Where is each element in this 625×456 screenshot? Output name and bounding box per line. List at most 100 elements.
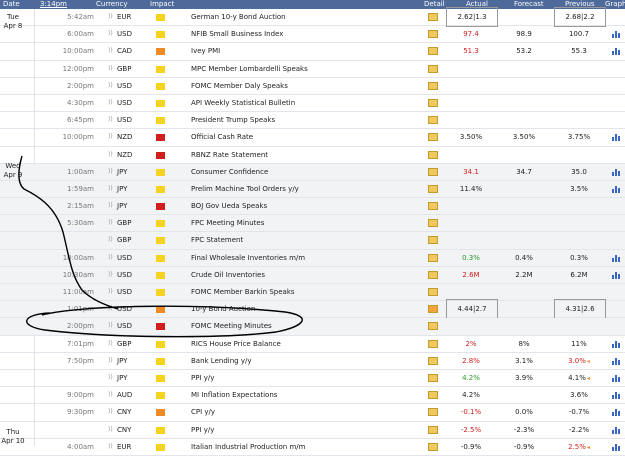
detail-folder-icon[interactable] xyxy=(428,391,438,400)
graph-icon[interactable] xyxy=(612,408,621,417)
detail-folder-icon[interactable] xyxy=(428,373,438,382)
graph-icon[interactable] xyxy=(612,271,621,279)
previous-value: 55.3 xyxy=(571,47,587,56)
detail-folder-icon[interactable] xyxy=(428,339,438,348)
event-title[interactable]: Prelim Machine Tool Orders y/y xyxy=(191,181,299,197)
table-row[interactable]: 2:00pm)) USD FOMC Member Daly Speaks xyxy=(0,78,625,95)
event-title[interactable]: Consumer Confidence xyxy=(191,164,268,180)
event-title[interactable]: RBNZ Rate Statement xyxy=(191,147,268,163)
event-title[interactable]: PPI y/y xyxy=(191,370,214,386)
detail-folder-icon[interactable] xyxy=(428,150,438,159)
table-row[interactable]: 9:30pm)) CNY CPI y/y -0.1% 0.0% -0.7% xyxy=(0,404,625,422)
table-row[interactable]: 10:00pm)) NZD Official Cash Rate 3.50% 3.50%… xyxy=(0,129,625,147)
ear-icon: )) xyxy=(108,64,113,72)
graph-icon[interactable] xyxy=(612,426,621,434)
detail-folder-icon[interactable] xyxy=(428,13,438,21)
graph-icon[interactable] xyxy=(612,168,621,176)
event-title[interactable]: FPC Statement xyxy=(191,232,243,248)
table-row[interactable]: 10:00am)) USD Final Wholesale Inventories … xyxy=(0,249,625,267)
event-title[interactable]: Final Wholesale Inventories m/m xyxy=(191,250,305,266)
graph-icon[interactable] xyxy=(612,374,621,382)
graph-icon[interactable] xyxy=(612,133,621,142)
event-title[interactable]: PPI y/y xyxy=(191,422,214,438)
table-row[interactable]: 1:59am)) JPY Prelim Machine Tool Orders y/… xyxy=(0,180,625,199)
event-title[interactable]: Italian Industrial Production m/m xyxy=(191,439,305,455)
table-row[interactable]: 9:00pm)) AUD MI Inflation Expectations 4.2%… xyxy=(0,387,625,405)
detail-folder-icon[interactable] xyxy=(428,219,438,228)
detail-folder-icon[interactable] xyxy=(428,270,438,279)
table-row[interactable]: 6:00am)) USD NFIB Small Business Index 97.4… xyxy=(0,26,625,44)
event-title[interactable]: CPI y/y xyxy=(191,404,215,420)
detail-folder-icon[interactable] xyxy=(428,253,438,262)
event-title[interactable]: German 10-y Bond Auction xyxy=(191,9,286,25)
table-row[interactable]: 1:01pm)) USD 10-y Bond Auction 4.44|2.7 4.31… xyxy=(0,299,625,320)
event-title[interactable]: API Weekly Statistical Bulletin xyxy=(191,95,295,111)
graph-icon[interactable] xyxy=(612,47,621,56)
table-row[interactable]: 4:30pm)) USD API Weekly Statistical Bullet… xyxy=(0,95,625,113)
table-row[interactable]: 2:00pm)) USD FOMC Meeting Minutes xyxy=(0,318,625,336)
table-row[interactable]: 7:01pm)) GBP RICS House Price Balance 2% 8% 1… xyxy=(0,336,625,353)
detail-folder-icon[interactable] xyxy=(428,356,438,365)
event-title[interactable]: MPC Member Lombardelli Speaks xyxy=(191,61,308,77)
graph-icon[interactable] xyxy=(612,443,621,451)
detail-folder-icon[interactable] xyxy=(428,425,438,434)
table-row[interactable]: 2:15am)) JPY BOJ Gov Ueda Speaks xyxy=(0,198,625,216)
detail-folder-icon[interactable] xyxy=(428,98,438,107)
event-title[interactable]: NFIB Small Business Index xyxy=(191,26,283,42)
detail-folder-icon[interactable] xyxy=(428,236,438,245)
event-title[interactable]: FPC Meeting Minutes xyxy=(191,215,264,231)
table-row[interactable]: 10:30am)) USD Crude Oil Inventories 2.6M 2.2… xyxy=(0,266,625,284)
graph-icon[interactable] xyxy=(612,254,621,262)
table-row[interactable]: 10:00am)) CAD Ivey PMI 51.3 53.2 55.3 xyxy=(0,43,625,61)
table-row[interactable]: )) GBP FPC Statement xyxy=(0,232,625,250)
table-row[interactable]: 7:50pm)) JPY Bank Lending y/y 2.8% 3.1% 3.0%◂ xyxy=(0,353,625,370)
table-row[interactable]: )) NZD RBNZ Rate Statement xyxy=(0,147,625,164)
graph-icon[interactable] xyxy=(612,185,621,193)
event-title[interactable]: 10-y Bond Auction xyxy=(191,301,255,317)
detail-folder-icon[interactable] xyxy=(428,64,438,73)
detail-folder-icon[interactable] xyxy=(428,288,438,296)
detail-folder-icon[interactable] xyxy=(428,184,438,193)
detail-folder-icon[interactable] xyxy=(428,408,438,417)
event-title[interactable]: Bank Lending y/y xyxy=(191,353,251,369)
event-title[interactable]: Ivey PMI xyxy=(191,43,220,59)
detail-folder-icon[interactable] xyxy=(428,442,438,451)
detail-alert-icon[interactable] xyxy=(428,305,438,314)
table-row[interactable]: 1:00am)) JPY Consumer Confidence 34.1 34.7 35… xyxy=(0,163,625,181)
event-title[interactable]: President Trump Speaks xyxy=(191,112,275,128)
graph-icon[interactable] xyxy=(612,391,621,400)
table-row[interactable]: )) JPY PPI y/y 4.2% 3.9% 4.1%◂ xyxy=(0,370,625,388)
forecast-value: 2.2M xyxy=(515,270,533,279)
table-row[interactable]: 5:30am)) GBP FPC Meeting Minutes xyxy=(0,215,625,233)
header-current-time[interactable]: 3:14pm xyxy=(40,0,67,9)
event-time: 5:30am xyxy=(67,219,94,228)
detail-folder-icon[interactable] xyxy=(428,47,438,56)
event-title[interactable]: RICS House Price Balance xyxy=(191,336,281,352)
graph-icon[interactable] xyxy=(612,340,621,348)
event-title[interactable]: MI Inflation Expectations xyxy=(191,387,277,403)
header-forecast: Forecast xyxy=(514,0,544,8)
event-title[interactable]: FOMC Member Barkin Speaks xyxy=(191,284,295,300)
event-title[interactable]: Official Cash Rate xyxy=(191,129,253,145)
table-row[interactable]: 11:00am)) USD FOMC Member Barkin Speaks xyxy=(0,284,625,302)
graph-icon[interactable] xyxy=(612,357,621,365)
detail-folder-icon[interactable] xyxy=(428,202,438,211)
detail-folder-icon[interactable] xyxy=(428,116,438,125)
detail-folder-icon[interactable] xyxy=(428,30,438,39)
table-row[interactable]: 4:00am)) EUR Italian Industrial Production… xyxy=(0,439,625,456)
event-title[interactable]: BOJ Gov Ueda Speaks xyxy=(191,198,267,214)
table-row[interactable]: 5:42am)) EUR German 10-y Bond Auction 2.62|… xyxy=(0,7,625,27)
detail-folder-icon[interactable] xyxy=(428,322,438,331)
detail-folder-icon[interactable] xyxy=(428,81,438,90)
detail-folder-icon[interactable] xyxy=(428,133,438,142)
event-title[interactable]: Crude Oil Inventories xyxy=(191,267,265,283)
table-row[interactable]: 12:00pm)) GBP MPC Member Lombardelli Speak… xyxy=(0,61,625,78)
table-row[interactable]: )) CNY PPI y/y -2.5% -2.3% -2.2% xyxy=(0,422,625,439)
detail-folder-icon[interactable] xyxy=(428,167,438,176)
table-row[interactable]: 6:45pm)) USD President Trump Speaks xyxy=(0,112,625,130)
event-title[interactable]: FOMC Meeting Minutes xyxy=(191,318,272,334)
ear-icon: )) xyxy=(108,236,113,244)
ear-icon: )) xyxy=(108,81,113,89)
graph-icon[interactable] xyxy=(612,30,621,39)
event-title[interactable]: FOMC Member Daly Speaks xyxy=(191,78,288,94)
